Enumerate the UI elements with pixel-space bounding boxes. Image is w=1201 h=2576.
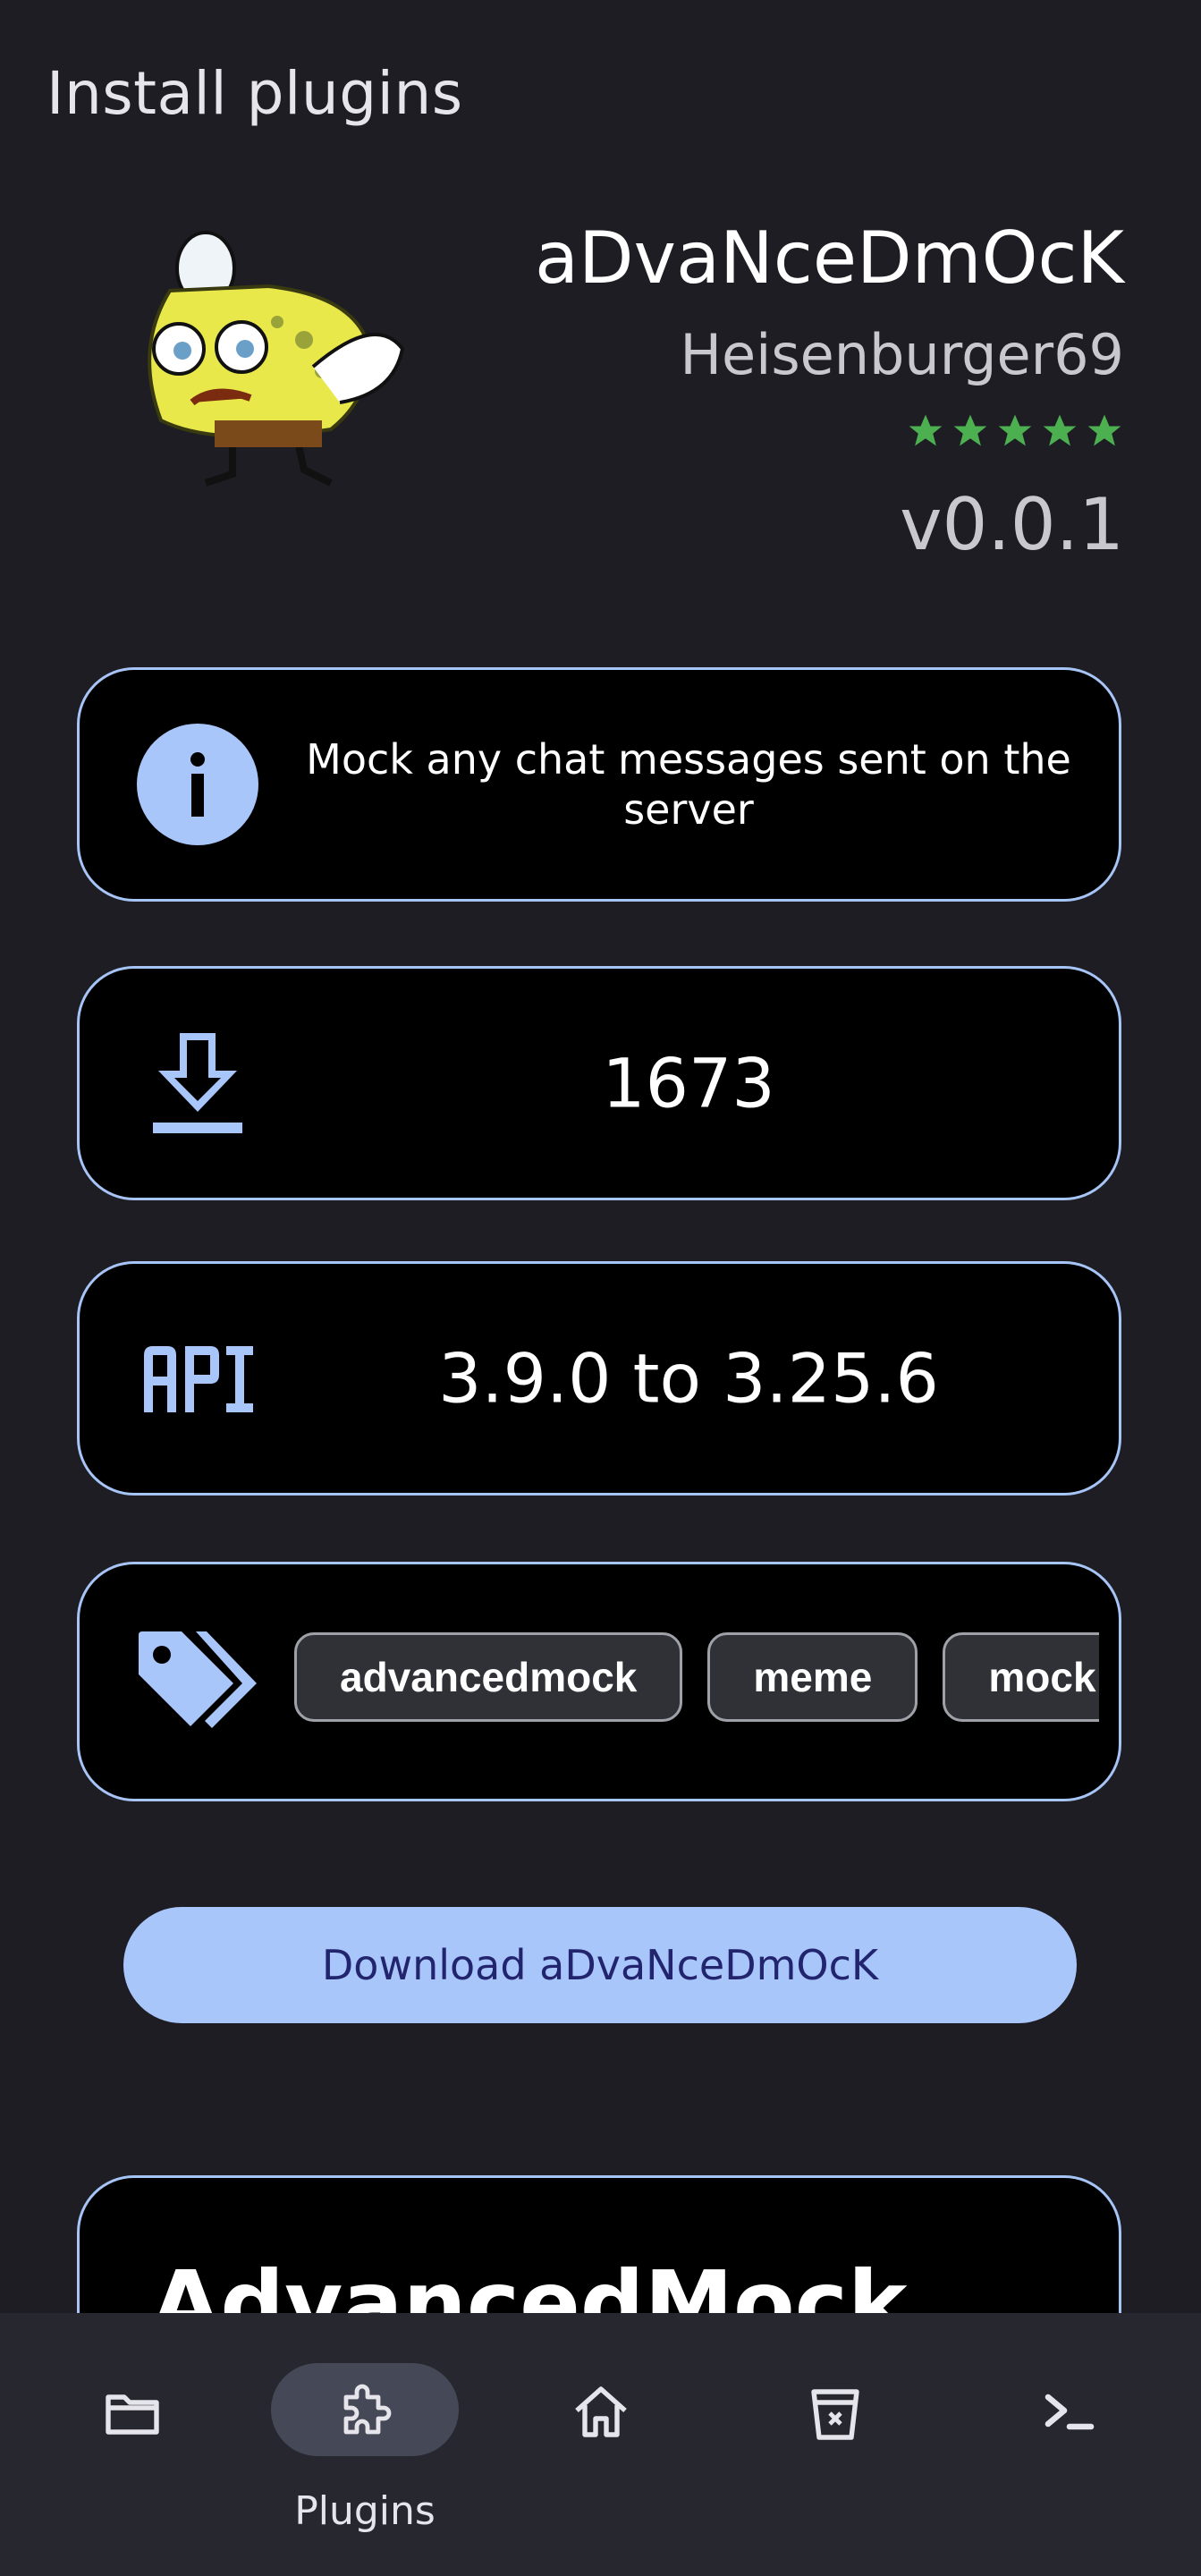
plugin-icon-image bbox=[148, 231, 405, 487]
tag-chip[interactable]: meme bbox=[707, 1632, 918, 1722]
nav-label-plugins: Plugins bbox=[294, 2488, 436, 2534]
api-icon bbox=[144, 1346, 253, 1412]
terminal-icon bbox=[1045, 2394, 1095, 2430]
tag-chip[interactable]: mock bbox=[943, 1632, 1099, 1722]
nav-item-plugins[interactable]: Plugins bbox=[266, 2313, 463, 2576]
plugin-author: Heisenburger69 bbox=[680, 322, 1124, 387]
tags-card: advancedmock meme mock bbox=[77, 1562, 1121, 1801]
nav-item-trash[interactable] bbox=[737, 2313, 934, 2576]
tag-chip[interactable]: advancedmock bbox=[294, 1632, 683, 1722]
star-icon bbox=[998, 414, 1032, 446]
plugin-name: aDvaNceDmOcK bbox=[535, 216, 1124, 300]
page-title: Install plugins bbox=[47, 59, 463, 128]
star-icon bbox=[909, 414, 943, 446]
plugin-version: v0.0.1 bbox=[900, 483, 1124, 566]
tag-list: advancedmock meme mock bbox=[294, 1632, 1099, 1722]
bottom-navigation: Plugins bbox=[0, 2313, 1201, 2576]
trash-icon bbox=[811, 2389, 859, 2440]
plugin-description: Mock any chat messages sent on the serve… bbox=[306, 735, 1071, 834]
star-icon bbox=[1043, 414, 1077, 446]
home-icon bbox=[575, 2386, 627, 2437]
star-icon bbox=[1087, 414, 1121, 446]
nav-item-console[interactable] bbox=[971, 2313, 1168, 2576]
puzzle-icon bbox=[343, 2384, 392, 2435]
nav-item-home[interactable] bbox=[503, 2313, 699, 2576]
star-icon bbox=[953, 414, 987, 446]
nav-item-files[interactable] bbox=[34, 2313, 231, 2576]
download-button[interactable]: Download aDvaNceDmOcK bbox=[123, 1907, 1077, 2023]
downloads-card: 1673 bbox=[77, 966, 1121, 1200]
tags-icon bbox=[139, 1631, 257, 1728]
rating-stars bbox=[906, 411, 1124, 451]
download-icon bbox=[153, 1033, 242, 1133]
info-icon bbox=[137, 724, 258, 845]
api-card: 3.9.0 to 3.25.6 bbox=[77, 1261, 1121, 1496]
description-card: Mock any chat messages sent on the serve… bbox=[77, 667, 1121, 902]
download-count: 1673 bbox=[602, 1043, 775, 1123]
folder-icon bbox=[106, 2394, 159, 2435]
api-range: 3.9.0 to 3.25.6 bbox=[438, 1338, 939, 1419]
